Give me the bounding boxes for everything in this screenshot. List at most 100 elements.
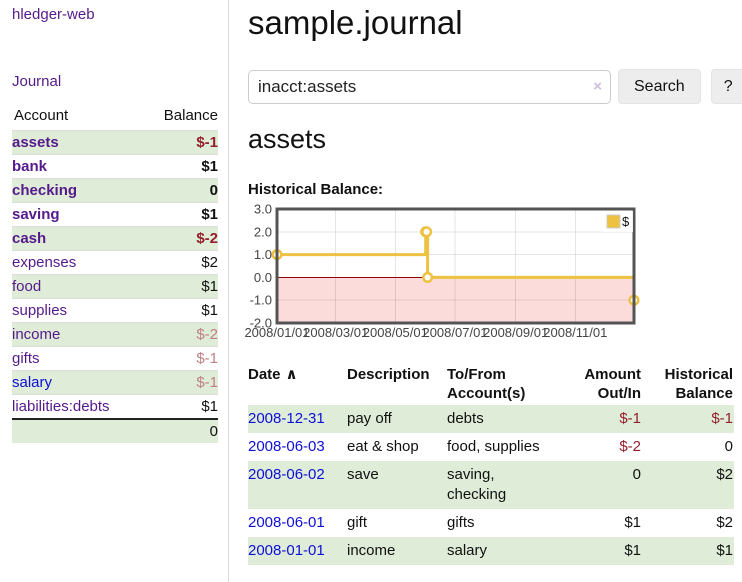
account-row: saving $1 <box>12 203 218 227</box>
txn-accounts: saving, checking <box>447 461 557 509</box>
account-row: expenses $2 <box>12 251 218 275</box>
account-link-supplies[interactable]: supplies <box>12 302 67 319</box>
txn-date-link[interactable]: 2008-06-01 <box>248 514 325 531</box>
account-link-income[interactable]: income <box>12 326 60 343</box>
txn-date-link[interactable]: 2008-12-31 <box>248 410 325 427</box>
account-row: liabilities:debts $1 <box>12 395 218 420</box>
accounts-table: Account Balance assets $-1 bank $1 check… <box>12 105 218 443</box>
account-link-salary[interactable]: salary <box>12 374 52 391</box>
svg-text:2008/09/01: 2008/09/01 <box>483 325 548 340</box>
txn-description: income <box>347 537 447 565</box>
account-balance: $-1 <box>115 371 218 395</box>
txn-balance: 0 <box>642 433 734 461</box>
account-link-cash[interactable]: cash <box>12 230 46 247</box>
app-window: hledger-web Journal Account Balance asse… <box>0 0 742 582</box>
account-balance: $1 <box>115 275 218 299</box>
sidebar: hledger-web Journal Account Balance asse… <box>0 0 229 582</box>
svg-text:0.0: 0.0 <box>254 270 272 285</box>
account-link-assets[interactable]: assets <box>12 134 59 151</box>
register-row: 2008-06-01 gift gifts $1 $2 <box>248 509 734 537</box>
txn-amount: $-2 <box>557 433 642 461</box>
register-row: 2008-01-01 income salary $1 $1 <box>248 537 734 565</box>
account-link-saving[interactable]: saving <box>12 206 60 223</box>
txn-description: gift <box>347 509 447 537</box>
accounts-header-account: Account <box>12 105 115 131</box>
svg-text:3.0: 3.0 <box>254 202 272 217</box>
txn-balance: $1 <box>642 537 734 565</box>
historical-balance-chart: $3.02.01.00.0-1.0-2.02008/01/012008/03/0… <box>244 200 742 352</box>
account-balance: $1 <box>115 299 218 323</box>
register-table: Date∧ Description To/From Account(s) Amo… <box>248 363 734 565</box>
accounts-total-value: 0 <box>115 419 218 443</box>
txn-date-link[interactable]: 2008-01-01 <box>248 542 325 559</box>
account-row: food $1 <box>12 275 218 299</box>
sidebar-item-journal[interactable]: Journal <box>12 73 218 90</box>
account-link-expenses[interactable]: expenses <box>12 254 76 271</box>
register-row: 2008-06-03 eat & shop food, supplies $-2… <box>248 433 734 461</box>
accounts-header-balance: Balance <box>115 105 218 131</box>
account-link-liabilities-debts[interactable]: liabilities:debts <box>12 398 110 415</box>
svg-text:2008/01/01: 2008/01/01 <box>244 325 309 340</box>
txn-amount: $-1 <box>557 405 642 433</box>
txn-date-link[interactable]: 2008-06-03 <box>248 438 325 455</box>
account-row: supplies $1 <box>12 299 218 323</box>
account-balance: $-2 <box>115 227 218 251</box>
txn-description: pay off <box>347 405 447 433</box>
svg-text:2.0: 2.0 <box>254 224 272 239</box>
account-row: cash $-2 <box>12 227 218 251</box>
svg-text:2008/07/01: 2008/07/01 <box>422 325 487 340</box>
account-row: salary $-1 <box>12 371 218 395</box>
svg-text:2008/03/01: 2008/03/01 <box>303 325 368 340</box>
chart-legend: $ <box>603 211 633 232</box>
account-row: income $-2 <box>12 323 218 347</box>
txn-description: save <box>347 461 447 509</box>
register-header-date[interactable]: Date ∧ <box>248 363 347 405</box>
txn-accounts: food, supplies <box>447 433 557 461</box>
search-input[interactable] <box>248 70 611 104</box>
account-balance: $1 <box>115 203 218 227</box>
account-row: bank $1 <box>12 155 218 179</box>
sort-ascending-icon: ∧ <box>286 366 298 383</box>
txn-accounts: gifts <box>447 509 557 537</box>
account-link-gifts[interactable]: gifts <box>12 350 40 367</box>
txn-amount: 0 <box>557 461 642 509</box>
txn-accounts: salary <box>447 537 557 565</box>
account-link-food[interactable]: food <box>12 278 41 295</box>
txn-accounts: debts <box>447 405 557 433</box>
account-row: gifts $-1 <box>12 347 218 371</box>
clear-search-icon[interactable]: × <box>593 78 602 95</box>
svg-text:1.0: 1.0 <box>254 247 272 262</box>
account-row: assets $-1 <box>12 131 218 155</box>
search-form: × Search ? <box>248 69 734 104</box>
txn-date-link[interactable]: 2008-06-02 <box>248 466 325 483</box>
chart-x-tick-labels: 2008/01/012008/03/012008/05/012008/07/01… <box>244 325 607 340</box>
register-header-amount: Amount Out/In <box>557 363 642 405</box>
svg-text:2008/05/01: 2008/05/01 <box>363 325 428 340</box>
txn-balance: $2 <box>642 509 734 537</box>
account-link-bank[interactable]: bank <box>12 158 47 175</box>
account-heading: assets <box>248 122 734 156</box>
register-header-row: Date∧ Description To/From Account(s) Amo… <box>248 363 734 405</box>
brand-link[interactable]: hledger-web <box>12 6 218 23</box>
txn-balance: $-1 <box>642 405 734 433</box>
chart-legend-swatch <box>607 215 620 228</box>
chart-legend-label: $ <box>622 214 630 229</box>
svg-text:2008/11/01: 2008/11/01 <box>543 325 607 340</box>
account-balance: $2 <box>115 251 218 275</box>
accounts-total-row: 0 <box>12 419 218 443</box>
txn-balance: $2 <box>642 461 734 509</box>
register-header-date-label: Date <box>248 366 281 383</box>
search-button[interactable]: Search <box>618 69 701 104</box>
txn-description: eat & shop <box>347 433 447 461</box>
svg-text:-1.0: -1.0 <box>250 293 272 308</box>
account-balance: $1 <box>115 155 218 179</box>
account-link-checking[interactable]: checking <box>12 182 77 199</box>
register-header-balance: Historical Balance <box>642 363 734 405</box>
account-balance: $-1 <box>115 131 218 155</box>
help-button[interactable]: ? <box>711 69 742 104</box>
register-header-account: To/From Account(s) <box>447 363 557 405</box>
register-row: 2008-12-31 pay off debts $-1 $-1 <box>248 405 734 433</box>
page-title: sample.journal <box>248 0 734 43</box>
txn-amount: $1 <box>557 509 642 537</box>
chart-y-tick-labels: 3.02.01.00.0-1.0-2.0 <box>250 202 272 331</box>
